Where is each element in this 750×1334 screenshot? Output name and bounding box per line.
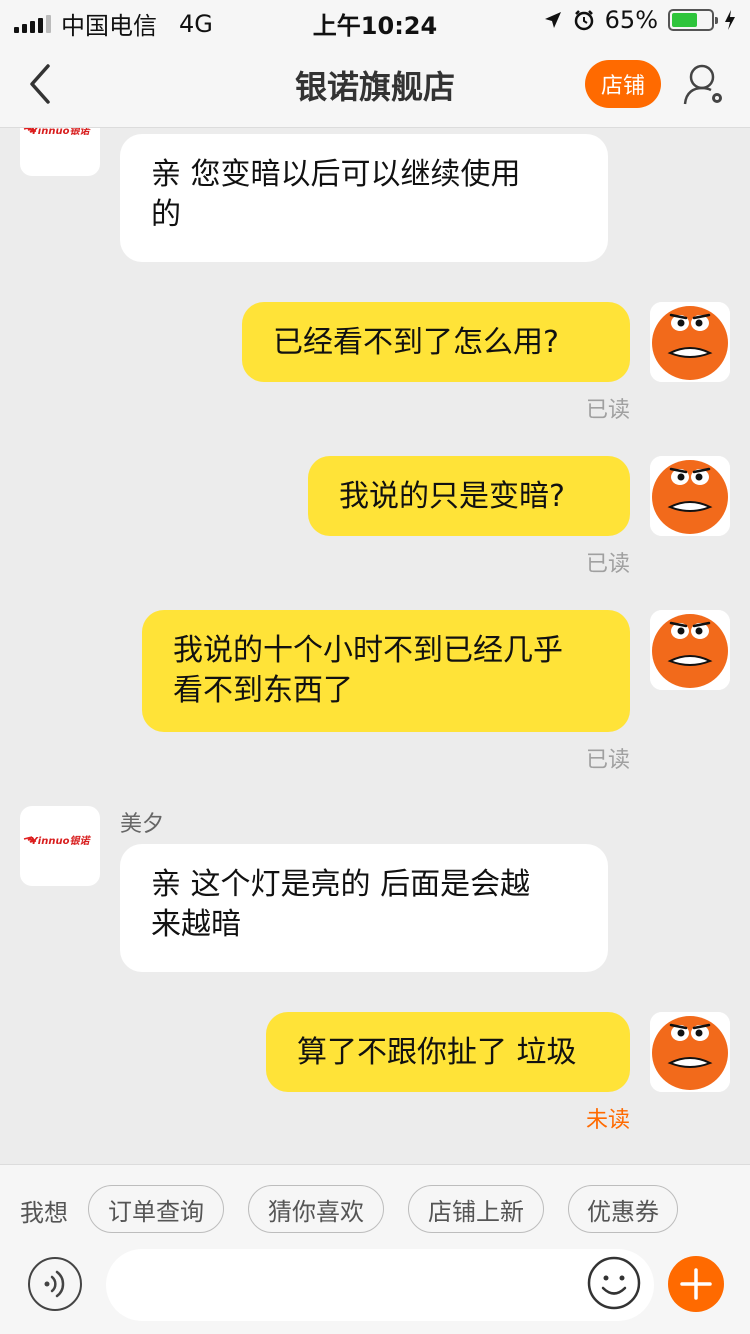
- message-text-line: 亲 这个灯是亮的 后面是会越: [151, 867, 531, 902]
- profile-settings-button[interactable]: [682, 62, 728, 108]
- plus-icon: [680, 1268, 712, 1300]
- chat-message-list[interactable]: Yinnuo银诺 亲 您变暗以后可以继续使用 的 已经看不到了怎么用? 已读 我…: [0, 128, 750, 1164]
- smiley-icon: [587, 1256, 641, 1310]
- message-text-line: 算了不跟你扯了 垃圾: [297, 1035, 577, 1070]
- emoji-button[interactable]: [586, 1255, 642, 1311]
- message-bubble-sent[interactable]: 算了不跟你扯了 垃圾: [266, 1012, 630, 1092]
- message-text-line: 看不到东西了: [173, 673, 353, 708]
- message-input[interactable]: [130, 1261, 570, 1309]
- read-status: 已读: [585, 552, 630, 577]
- read-status: 已读: [585, 398, 630, 423]
- person-settings-icon: [683, 64, 722, 105]
- svg-text:Yinnuo银诺: Yinnuo银诺: [31, 835, 92, 847]
- yinnuo-logo-icon: Yinnuo银诺: [23, 835, 92, 847]
- chip-recommendations[interactable]: 猜你喜欢: [248, 1185, 384, 1233]
- message-text-line: 我说的只是变暗?: [339, 479, 565, 514]
- alarm-clock-icon: [574, 10, 593, 31]
- navigation-bar: 银诺旗舰店 店铺: [0, 40, 750, 128]
- message-input-box[interactable]: [106, 1249, 654, 1321]
- shop-avatar[interactable]: Yinnuo银诺: [20, 128, 100, 176]
- message-text-line: 来越暗: [151, 907, 241, 942]
- orange-face-icon: [650, 1012, 730, 1092]
- user-avatar[interactable]: [650, 456, 730, 536]
- message-bubble-received[interactable]: 亲 您变暗以后可以继续使用 的: [120, 134, 608, 262]
- user-avatar[interactable]: [650, 302, 730, 382]
- location-arrow-icon: [544, 12, 561, 28]
- message-text-line: 亲 您变暗以后可以继续使用: [151, 157, 521, 192]
- quick-reply-row: 我想 订单查询 猜你喜欢 店铺上新 优惠券: [0, 1185, 750, 1233]
- more-actions-button[interactable]: [668, 1256, 724, 1312]
- read-status: 已读: [585, 748, 630, 773]
- message-bubble-sent[interactable]: 我说的十个小时不到已经几乎 看不到东西了: [142, 610, 630, 732]
- chip-coupons[interactable]: 优惠券: [568, 1185, 678, 1233]
- chat-input-panel: 我想 订单查询 猜你喜欢 店铺上新 优惠券: [0, 1164, 750, 1334]
- shop-avatar[interactable]: Yinnuo银诺: [20, 806, 100, 886]
- message-text-line: 已经看不到了怎么用?: [273, 325, 559, 360]
- message-bubble-sent[interactable]: 我说的只是变暗?: [308, 456, 630, 536]
- chip-new-arrivals[interactable]: 店铺上新: [408, 1185, 544, 1233]
- orange-face-icon: [650, 456, 730, 536]
- yinnuo-logo-icon: Yinnuo银诺: [23, 128, 92, 137]
- svg-text:Yinnuo银诺: Yinnuo银诺: [31, 128, 92, 137]
- unread-status: 未读: [585, 1108, 630, 1133]
- message-text-line: 的: [151, 197, 181, 232]
- battery-icon: [668, 9, 718, 31]
- voice-input-button[interactable]: [28, 1257, 82, 1311]
- message-bubble-received[interactable]: 亲 这个灯是亮的 后面是会越 来越暗: [120, 844, 608, 972]
- user-avatar[interactable]: [650, 610, 730, 690]
- voice-icon: [44, 1270, 65, 1298]
- sender-name: 美夕: [120, 812, 165, 837]
- battery-percent: 65%: [604, 6, 658, 34]
- message-text-line: 我说的十个小时不到已经几乎: [173, 633, 563, 668]
- message-bubble-sent[interactable]: 已经看不到了怎么用?: [242, 302, 630, 382]
- status-bar: 中国电信 4G 上午10:24 65%: [0, 0, 750, 40]
- shop-button[interactable]: 店铺: [585, 60, 661, 108]
- charging-bolt-icon: [725, 10, 735, 30]
- chip-order-query[interactable]: 订单查询: [88, 1185, 224, 1233]
- quick-reply-label: 我想: [20, 1199, 68, 1227]
- orange-face-icon: [650, 302, 730, 382]
- orange-face-icon: [650, 610, 730, 690]
- user-avatar[interactable]: [650, 1012, 730, 1092]
